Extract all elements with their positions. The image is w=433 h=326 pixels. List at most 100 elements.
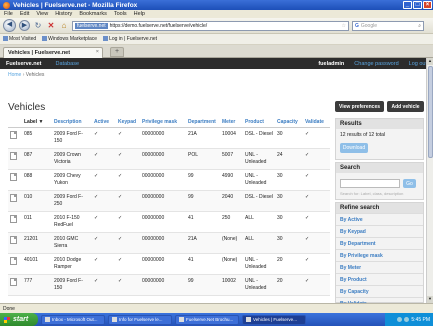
- cell-meter: (None): [220, 232, 243, 254]
- view-preferences-button[interactable]: View preferences: [335, 101, 384, 112]
- edit-icon[interactable]: [10, 130, 17, 139]
- close-window-button[interactable]: ×: [423, 1, 432, 9]
- column-header-capacity[interactable]: Capacity: [275, 118, 303, 128]
- cell-product: UNL - Unleaded: [243, 169, 275, 191]
- cell-active: ✓: [92, 253, 116, 275]
- edit-icon[interactable]: [10, 193, 17, 202]
- edit-icon[interactable]: [10, 151, 17, 160]
- vehicle-search-input[interactable]: [340, 179, 400, 188]
- edit-icon[interactable]: [10, 235, 17, 244]
- search-panel: Search Go Search for: Label, class, desc…: [335, 162, 424, 200]
- table-row[interactable]: 011 2010 F-150 RedFuel ✓ ✓ 00000000 41 250 ALL 3…: [8, 211, 330, 233]
- table-row[interactable]: 087 2009 Crown Victoria ✓ ✓ 00000000 POL 5007 U…: [8, 148, 330, 170]
- tray-icon[interactable]: [397, 317, 403, 322]
- menu-file[interactable]: File: [4, 11, 13, 17]
- menu-view[interactable]: View: [36, 11, 48, 17]
- tray-icon[interactable]: [404, 317, 410, 322]
- cell-active: ✓: [92, 274, 116, 296]
- column-header-privilege-mask[interactable]: Privilege mask: [140, 118, 186, 128]
- taskbar-item-info[interactable]: Info for Fuelserve le...: [108, 314, 172, 325]
- refine-item[interactable]: By Meter: [336, 261, 423, 273]
- cell-department: 99: [186, 274, 220, 296]
- edit-icon[interactable]: [10, 172, 17, 181]
- web-search-box[interactable]: G Google ⌕: [352, 20, 424, 31]
- column-header-description[interactable]: Description: [52, 118, 92, 128]
- menu-tools[interactable]: Tools: [114, 11, 127, 17]
- bookmark-windows-marketplace[interactable]: Windows Marketplace: [42, 36, 97, 42]
- refine-item[interactable]: By Active: [336, 213, 423, 225]
- edit-icon[interactable]: [10, 214, 17, 223]
- download-button[interactable]: Download: [340, 143, 368, 153]
- column-header-label[interactable]: Label ▼: [22, 118, 52, 128]
- menu-help[interactable]: Help: [134, 11, 145, 17]
- breadcrumb-home[interactable]: Home: [8, 72, 21, 78]
- cell-description: 2010 Dodge Ramper: [52, 253, 92, 275]
- go-button[interactable]: Go: [403, 179, 416, 188]
- column-header-product[interactable]: Product: [243, 118, 275, 128]
- new-tab-button[interactable]: +: [110, 47, 124, 57]
- results-body: 12 results of 12 total Download: [336, 129, 423, 156]
- logout-link[interactable]: Log out: [409, 61, 427, 67]
- table-row[interactable]: 010 2009 Ford F-250 ✓ ✓ 00000000 99 2040 DSL - …: [8, 190, 330, 212]
- column-header-active[interactable]: Active: [92, 118, 116, 128]
- start-button[interactable]: start: [0, 313, 38, 326]
- cell-product: UNL - Unleaded: [243, 274, 275, 296]
- page-scrollbar[interactable]: ▲ ▼: [426, 58, 433, 303]
- bookmark-star-icon[interactable]: ☆: [342, 23, 348, 29]
- bookmark-most-visited[interactable]: Most Visited: [3, 36, 36, 42]
- forward-arrow-icon[interactable]: ▶: [19, 20, 30, 31]
- refine-item[interactable]: By Department: [336, 237, 423, 249]
- table-row[interactable]: 777 2009 Ford F-150 ✓ ✓ 00000000 99 10002 UNL -…: [8, 274, 330, 296]
- taskbar-item-brochure[interactable]: Fuelserve.Net Brochu...: [175, 314, 239, 325]
- cell-active: ✓: [92, 169, 116, 191]
- reload-icon[interactable]: ↻: [33, 21, 43, 31]
- menu-bookmarks[interactable]: Bookmarks: [79, 11, 107, 17]
- refine-item[interactable]: By Keypad: [336, 225, 423, 237]
- column-header-meter[interactable]: Meter: [220, 118, 243, 128]
- cell-validate: ✓: [303, 253, 330, 275]
- edit-icon[interactable]: [10, 277, 17, 286]
- minimize-button[interactable]: _: [403, 1, 412, 9]
- search-icon[interactable]: ⌕: [418, 23, 423, 29]
- scroll-thumb[interactable]: [428, 66, 433, 158]
- back-arrow-icon[interactable]: ◀: [3, 19, 16, 32]
- home-icon[interactable]: ⌂: [59, 21, 69, 31]
- bookmark-login[interactable]: Log in | Fuelserve.net: [103, 36, 157, 42]
- database-link[interactable]: Database: [55, 61, 79, 67]
- close-tab-icon[interactable]: ×: [96, 49, 99, 55]
- table-row[interactable]: 21201 2010 GMC Sierra ✓ ✓ 00000000 21A (None) A…: [8, 232, 330, 254]
- table-row[interactable]: 085 2009 Ford F-150 ✓ ✓ 00000000 21A 10004 DSL …: [8, 127, 330, 149]
- change-password-link[interactable]: Change password: [354, 61, 398, 67]
- brand-logo[interactable]: Fuelserve.net: [6, 61, 41, 67]
- scroll-down-icon[interactable]: ▼: [427, 296, 433, 303]
- table-header-row: Label ▼ Description Active Keypad Privil…: [8, 118, 330, 128]
- menu-edit[interactable]: Edit: [20, 11, 29, 17]
- site-identity-badge[interactable]: fuelserve.net: [75, 22, 108, 29]
- url-bar[interactable]: fuelserve.net https://demo.fuelserve.net…: [72, 20, 349, 31]
- tab-vehicles[interactable]: Vehicles | Fuelserve.net ×: [3, 47, 103, 58]
- cell-meter: (None): [220, 253, 243, 275]
- maximize-button[interactable]: □: [413, 1, 422, 9]
- table-row[interactable]: 40101 2010 Dodge Ramper ✓ ✓ 00000000 41 (None)…: [8, 253, 330, 275]
- column-header-validate[interactable]: Validate: [303, 118, 330, 128]
- add-vehicle-button[interactable]: Add vehicle: [387, 101, 424, 112]
- stop-icon[interactable]: ✕: [46, 21, 56, 31]
- taskbar-item-outlook[interactable]: Inbox - Microsoft Out...: [41, 314, 105, 325]
- search-body: Go Search for: Label, class, description: [336, 173, 423, 199]
- refine-item[interactable]: By Privilege mask: [336, 249, 423, 261]
- column-header-department[interactable]: Department: [186, 118, 220, 128]
- refine-item[interactable]: By Product: [336, 273, 423, 285]
- google-icon[interactable]: G: [355, 23, 359, 29]
- column-header-keypad[interactable]: Keypad: [116, 118, 140, 128]
- refine-item[interactable]: By Capacity: [336, 285, 423, 297]
- cell-keypad: ✓: [116, 211, 140, 233]
- taskbar-item-firefox[interactable]: Vehicles | Fuelserve...: [242, 314, 306, 325]
- cell-validate: ✓: [303, 169, 330, 191]
- edit-icon[interactable]: [10, 256, 17, 265]
- table-row[interactable]: 088 2009 Chevy Yukon ✓ ✓ 00000000 99 4990 UNL -…: [8, 169, 330, 191]
- cell-capacity: 30: [275, 190, 303, 212]
- menu-history[interactable]: History: [55, 11, 72, 17]
- username: fueladmin: [318, 60, 345, 67]
- url-text[interactable]: https://demo.fuelserve.net/fuelserve/veh…: [110, 23, 208, 29]
- scroll-up-icon[interactable]: ▲: [427, 58, 433, 65]
